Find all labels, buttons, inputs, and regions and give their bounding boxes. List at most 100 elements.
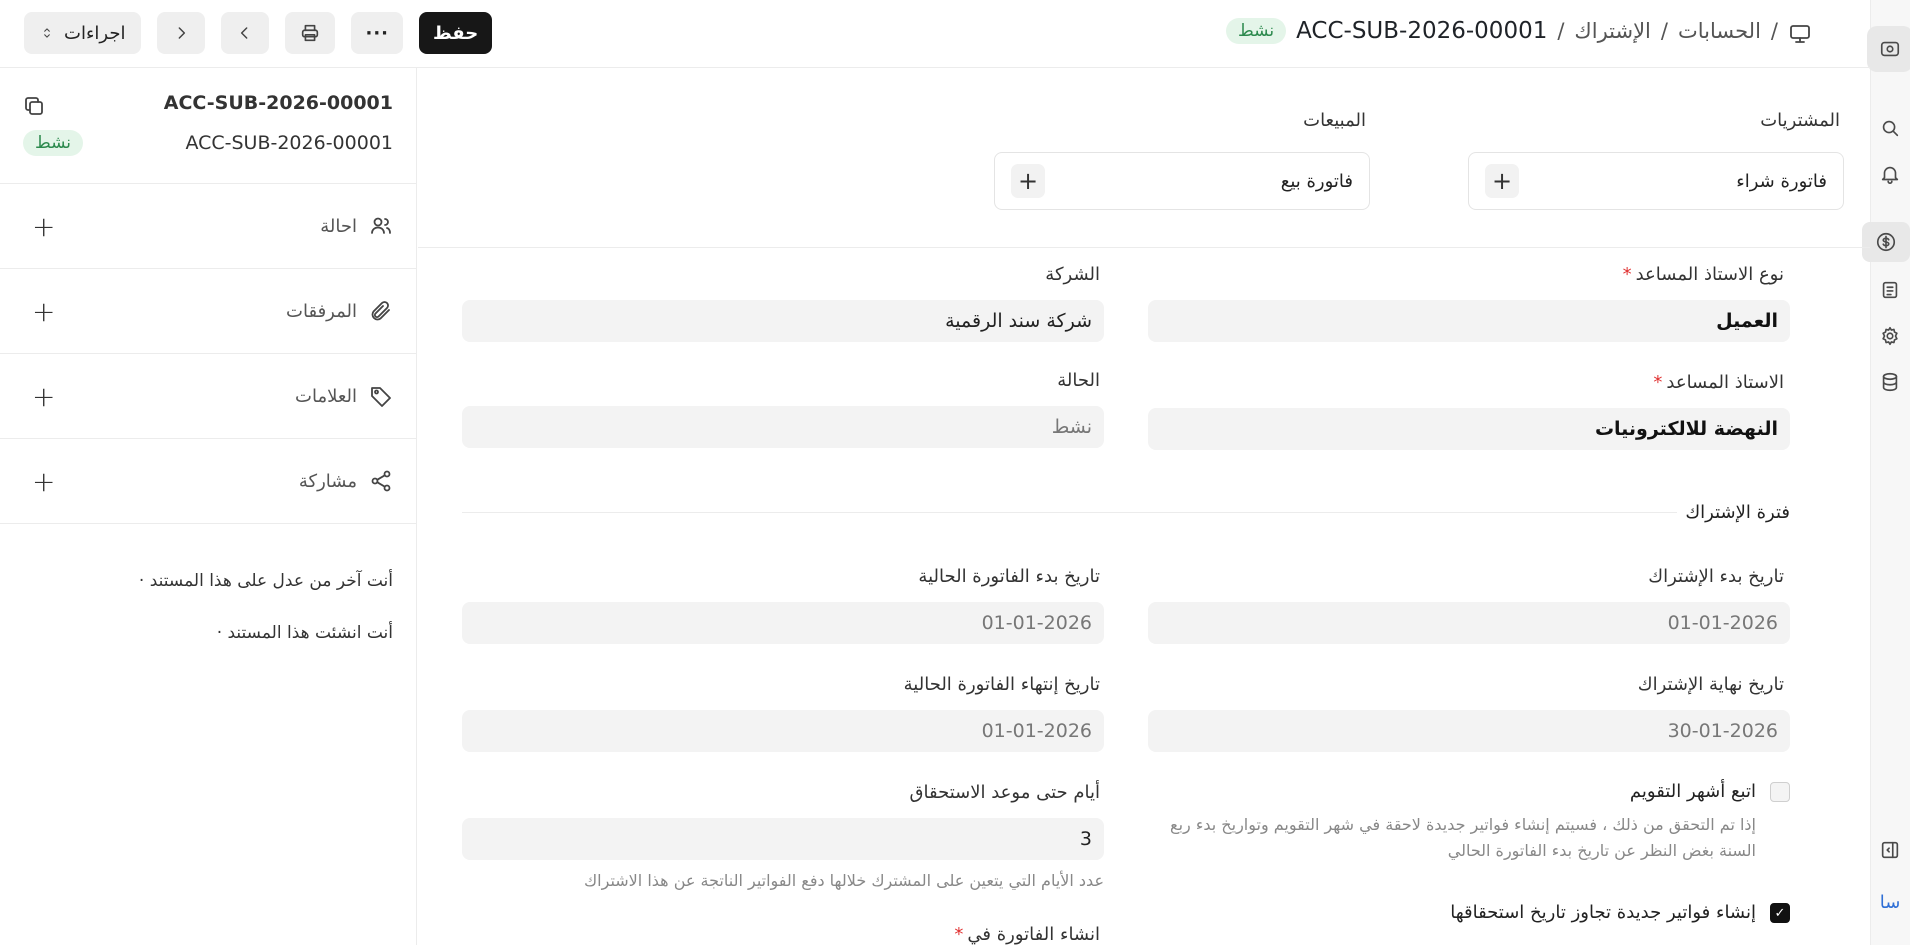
rail-database[interactable]: [1870, 368, 1910, 396]
save-button[interactable]: حفظ: [419, 12, 493, 54]
invoice-start-label: تاريخ بدء الفاتورة الحالية: [918, 566, 1100, 587]
follow-calendar-months-checkbox[interactable]: [1770, 782, 1790, 802]
days-until-due-label: أيام حتى موعد الاستحقاق: [909, 782, 1100, 803]
party-label-text: الاستاذ المساعد: [1666, 372, 1784, 393]
party-field[interactable]: النهضة للالكترونيات: [1148, 408, 1790, 450]
dollar-circle-icon: [1876, 232, 1896, 252]
sidebar-item-attachments[interactable]: المرفقات +: [0, 269, 416, 354]
document-icon: [1882, 281, 1898, 299]
status-badge: نشط: [1226, 18, 1287, 44]
add-assign-button[interactable]: +: [32, 210, 55, 243]
add-sales-invoice-button[interactable]: +: [1011, 164, 1045, 198]
share-icon: [371, 470, 391, 492]
company-label: الشركة: [1045, 264, 1100, 285]
sidebar-item-share[interactable]: مشاركة +: [0, 439, 416, 524]
actions-dropdown[interactable]: اجراءات: [24, 12, 142, 54]
days-until-due-field[interactable]: 3: [462, 818, 1104, 860]
breadcrumb-separator: /: [1660, 19, 1668, 43]
gear-icon: [1882, 326, 1898, 346]
search-button[interactable]: [1870, 114, 1910, 142]
sidebar-item-label-wrap: المرفقات: [286, 299, 393, 323]
printer-icon: [302, 24, 319, 42]
end-date-label: تاريخ نهاية الإشتراك: [1637, 674, 1784, 695]
party-label: الاستاذ المساعد*: [1653, 372, 1784, 393]
actions-label: اجراءات: [64, 22, 126, 44]
print-button[interactable]: [285, 12, 336, 54]
sidebar-item-assign[interactable]: احالة +: [0, 184, 416, 269]
app-rail: سا: [1862, 0, 1910, 945]
previous-button[interactable]: [221, 12, 270, 54]
check-icon: ✓: [1774, 905, 1786, 921]
breadcrumb-separator: /: [1557, 19, 1565, 43]
chevron-left-icon: [241, 27, 248, 39]
paperclip-icon: [371, 301, 390, 321]
start-date-label: تاريخ بدء الإشتراك: [1648, 566, 1784, 587]
breadcrumb-accounts[interactable]: الحسابات: [1678, 19, 1761, 43]
sidebar-item-label: مشاركة: [298, 470, 357, 492]
chevron-updown-icon: [44, 28, 50, 38]
sidebar-item-label: المرفقات: [286, 300, 357, 322]
sales-invoice-label: فاتورة بيع: [1280, 170, 1353, 192]
sales-invoice-link[interactable]: فاتورة بيع +: [994, 152, 1370, 210]
required-marker: *: [1653, 372, 1663, 393]
breadcrumb-subscription[interactable]: الإشتراك: [1574, 19, 1650, 43]
database-icon: [1882, 372, 1898, 392]
sidebar-status-badge: نشط: [23, 130, 84, 156]
add-share-button[interactable]: +: [32, 465, 55, 498]
help-line-1: إذا تم التحقق من ذلك ، فسيتم إنشاء فواتي…: [1170, 815, 1756, 834]
add-purchase-invoice-button[interactable]: +: [1485, 164, 1519, 198]
party-type-label: نوع الاستاذ المساعد*: [1623, 264, 1784, 285]
sidebar-toggle-icon: [1881, 841, 1899, 859]
collapse-sidebar-button[interactable]: [1870, 836, 1910, 864]
search-icon: [1882, 120, 1899, 137]
desktop-icon[interactable]: [1788, 22, 1812, 50]
invoice-end-field: 01-01-2026: [462, 710, 1104, 752]
purchases-title: المشتريات: [1760, 110, 1840, 131]
users-icon: [371, 217, 391, 234]
copy-icon[interactable]: [22, 94, 46, 122]
more-button[interactable]: ···: [351, 12, 403, 54]
sidebar-item-label-wrap: احالة: [320, 214, 393, 238]
sidebar-item-label-wrap: مشاركة: [299, 469, 393, 493]
tag-icon: [371, 387, 391, 407]
toolbar-actions: حفظ ··· اجراءات: [24, 12, 493, 54]
more-icon: ···: [365, 22, 389, 44]
start-date-field[interactable]: 01-01-2026: [1148, 602, 1790, 644]
rail-settings[interactable]: [1870, 322, 1910, 350]
sales-title: المبيعات: [1303, 110, 1366, 131]
document-sidebar: ACC-SUB-2026-00001 ACC-SUB-2026-00001 نش…: [0, 68, 417, 945]
status-field: نشط: [462, 406, 1104, 448]
party-type-label-text: نوع الاستاذ المساعد: [1635, 264, 1784, 285]
sidebar-item-tags[interactable]: العلامات +: [0, 354, 416, 439]
top-bar: / الحسابات / الإشتراك / ACC-SUB-2026-000…: [0, 0, 1870, 68]
follow-calendar-months-help: إذا تم التحقق من ذلك ، فسيتم إنشاء فواتي…: [1136, 812, 1756, 863]
notifications-button[interactable]: [1870, 160, 1910, 188]
generate-invoice-at-label: انشاء الفاتورة في*: [954, 924, 1100, 945]
breadcrumb-separator: /: [1770, 19, 1778, 43]
help-line-2: السنة بغض النظر عن تاريخ بدء الفاتورة ال…: [1447, 840, 1756, 860]
chevron-right-icon: [179, 27, 186, 39]
invoice-end-label: تاريخ إنتهاء الفاتورة الحالية: [903, 674, 1100, 695]
rail-documents[interactable]: [1870, 276, 1910, 304]
user-avatar[interactable]: سا: [1870, 888, 1910, 916]
next-button[interactable]: [157, 12, 206, 54]
purchase-invoice-link[interactable]: فاتورة شراء +: [1468, 152, 1844, 210]
company-field[interactable]: شركة سند الرقمية: [462, 300, 1104, 342]
status-label: الحالة: [1057, 370, 1100, 391]
sidebar-item-label: احالة: [320, 215, 357, 237]
generate-new-invoices-checkbox[interactable]: ✓: [1770, 903, 1790, 923]
app-logo[interactable]: [1866, 24, 1910, 74]
add-tag-button[interactable]: +: [32, 380, 55, 413]
sidebar-doc-name: ACC-SUB-2026-00001: [163, 92, 393, 114]
breadcrumb: / الحسابات / الإشتراك / ACC-SUB-2026-000…: [1226, 18, 1778, 44]
end-date-field[interactable]: 30-01-2026: [1148, 710, 1790, 752]
connections-section: المشتريات فاتورة شراء + المبيعات فاتورة …: [418, 68, 1870, 248]
add-attachment-button[interactable]: +: [32, 295, 55, 328]
party-type-field[interactable]: العميل: [1148, 300, 1790, 342]
generate-new-invoices-label: إنشاء فواتير جديدة تجاوز تاريخ استحقاقها: [1450, 902, 1756, 923]
activity-last-edited: أنت آخر من عدل على هذا المستند ·: [138, 571, 393, 591]
sidebar-header: ACC-SUB-2026-00001 ACC-SUB-2026-00001 نش…: [0, 68, 416, 184]
subscription-period-title: فترة الإشتراك: [1677, 502, 1790, 523]
section-divider: [462, 512, 1790, 513]
follow-calendar-months-label: اتبع أشهر التقويم: [1629, 781, 1756, 802]
